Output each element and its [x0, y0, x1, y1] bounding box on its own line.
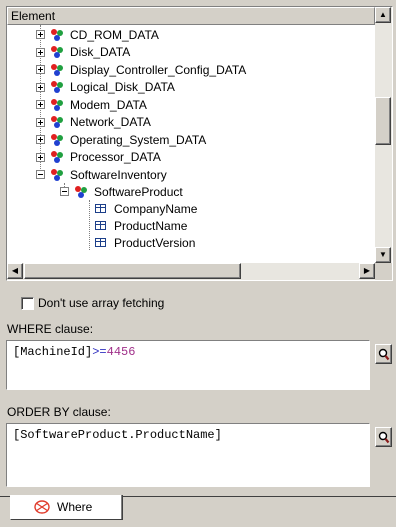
expand-icon[interactable] — [36, 47, 45, 57]
tree-field[interactable]: ProductName — [95, 217, 187, 234]
table-molecule-icon — [51, 133, 66, 146]
tree-body[interactable]: CD_ROM_DATA Disk_DATA Display_Controller_C… — [7, 25, 375, 263]
expand-icon[interactable] — [36, 100, 45, 109]
tree-item[interactable]: Logical_Disk_DATA — [36, 79, 175, 96]
tree-item[interactable]: Network_DATA — [36, 114, 151, 131]
scroll-down-button[interactable]: ▼ — [375, 247, 391, 263]
table-molecule-icon — [51, 168, 66, 181]
tab-where-label: Where — [57, 500, 93, 514]
where-clause-input[interactable]: [MachineId]>=4456 — [6, 340, 370, 390]
table-molecule-icon — [51, 116, 66, 128]
order-by-clause-input[interactable]: [SoftwareProduct.ProductName] — [6, 423, 370, 487]
tree-field-label: ProductVersion — [114, 235, 196, 250]
tree-connector — [89, 200, 90, 250]
tree-column-header-label: Element — [11, 9, 56, 23]
expand-icon[interactable] — [36, 135, 45, 144]
horizontal-scrollbar[interactable]: ◀ ▶ — [7, 263, 375, 280]
tree-view[interactable]: Element CD_ROM_DATA Disk_DATA Display_Cont… — [6, 6, 393, 281]
where-field-token: [MachineId] — [13, 345, 93, 359]
table-molecule-icon — [75, 185, 90, 198]
expand-icon[interactable] — [36, 30, 45, 39]
magnifier-icon — [378, 431, 389, 443]
scroll-corner — [375, 263, 392, 280]
tree-column-header[interactable]: Element — [7, 7, 375, 25]
tree-item-child[interactable]: SoftwareProduct — [60, 183, 183, 200]
expand-icon[interactable] — [36, 117, 45, 127]
arrow-down-icon: ▼ — [379, 250, 387, 259]
tree-field-label: CompanyName — [114, 201, 198, 216]
array-fetching-checkbox[interactable] — [21, 296, 34, 310]
horizontal-scroll-thumb[interactable] — [24, 263, 241, 279]
tab-strip: Where — [0, 495, 396, 527]
tree-item-label: Display_Controller_Config_DATA — [70, 62, 247, 77]
tree-item-label: Network_DATA — [70, 115, 151, 129]
where-clause-label: WHERE clause: — [7, 322, 94, 336]
tree-item[interactable]: Operating_System_DATA — [36, 131, 206, 148]
where-operator-token: >= — [92, 345, 107, 359]
table-molecule-icon — [51, 81, 66, 93]
magnifier-icon — [378, 348, 389, 360]
arrow-left-icon: ◀ — [11, 266, 19, 275]
where-number-token: 4456 — [106, 345, 136, 359]
tree-item[interactable]: CD_ROM_DATA — [36, 26, 159, 43]
tree-item[interactable]: Disk_DATA — [36, 44, 130, 61]
tree-field[interactable]: ProductVersion — [95, 234, 195, 251]
collapse-icon[interactable] — [36, 170, 45, 179]
table-molecule-icon — [51, 28, 66, 41]
tree-field[interactable]: CompanyName — [95, 200, 197, 217]
tree-item-label: Operating_System_DATA — [70, 132, 207, 147]
where-query-builder-button[interactable] — [375, 344, 392, 364]
field-icon — [95, 221, 106, 230]
vertical-scroll-thumb[interactable] — [375, 97, 391, 145]
tree-item[interactable]: Display_Controller_Config_DATA — [36, 61, 246, 78]
scroll-up-button[interactable]: ▲ — [375, 7, 391, 23]
collapse-icon[interactable] — [60, 187, 69, 196]
order-by-clause-label: ORDER BY clause: — [7, 405, 111, 419]
vertical-scrollbar[interactable]: ▲ ▼ — [375, 7, 392, 263]
scroll-right-button[interactable]: ▶ — [359, 263, 375, 279]
expand-icon[interactable] — [36, 82, 45, 92]
tree-item-label: Logical_Disk_DATA — [70, 80, 175, 94]
tree-field-label: ProductName — [114, 218, 188, 233]
field-icon — [95, 204, 106, 213]
tab-where[interactable]: Where — [10, 495, 123, 520]
tree-item-label: Processor_DATA — [70, 150, 161, 164]
tree-item[interactable]: Processor_DATA — [36, 149, 161, 166]
tree-item[interactable]: SoftwareInventory — [36, 166, 167, 183]
table-molecule-icon — [51, 63, 66, 76]
tree-item[interactable]: Modem_DATA — [36, 96, 147, 113]
tree-item-label: Disk_DATA — [70, 45, 131, 59]
order-by-query-builder-button[interactable] — [375, 427, 392, 447]
tree-item-label: CD_ROM_DATA — [70, 27, 159, 42]
array-fetching-option[interactable]: Don't use array fetching — [21, 296, 164, 310]
tree-item-label: SoftwareProduct — [94, 184, 183, 199]
expand-icon[interactable] — [36, 152, 45, 162]
array-fetching-label: Don't use array fetching — [38, 296, 165, 310]
table-molecule-icon — [51, 46, 66, 58]
expand-icon[interactable] — [36, 65, 45, 74]
scroll-left-button[interactable]: ◀ — [7, 263, 23, 279]
where-filter-icon — [34, 500, 50, 514]
arrow-right-icon: ▶ — [363, 266, 371, 275]
table-molecule-icon — [51, 151, 66, 163]
field-icon — [95, 238, 106, 247]
tree-item-label: SoftwareInventory — [70, 167, 167, 182]
tree-item-label: Modem_DATA — [70, 97, 147, 112]
arrow-up-icon: ▲ — [379, 10, 387, 19]
table-molecule-icon — [51, 98, 66, 111]
